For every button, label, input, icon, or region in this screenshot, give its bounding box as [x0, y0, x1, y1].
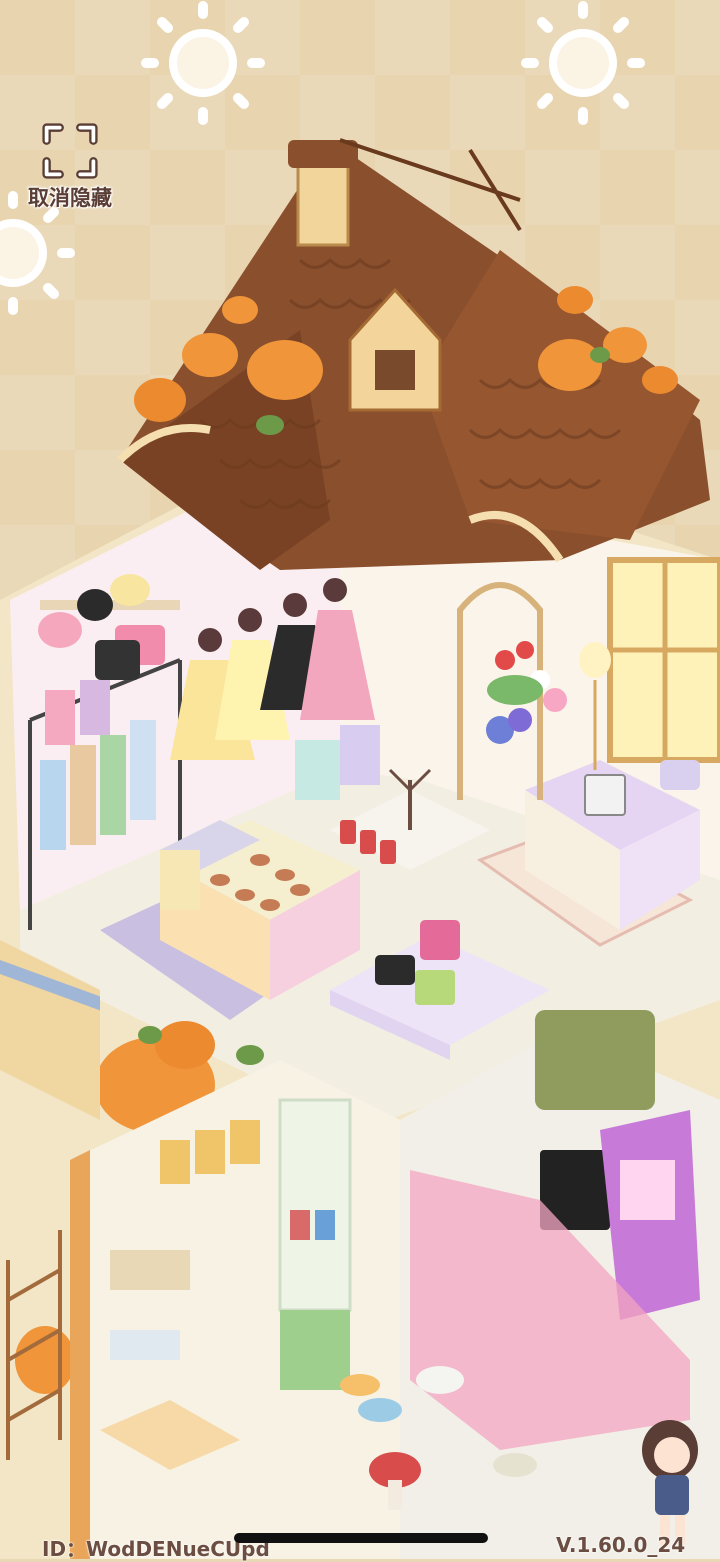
unhide-button[interactable]: 取消隐藏: [18, 122, 122, 212]
dollhouse-scene[interactable]: [0, 0, 720, 1559]
unhide-label: 取消隐藏: [28, 186, 112, 210]
expand-icon: [42, 123, 98, 179]
home-indicator[interactable]: [234, 1533, 488, 1543]
version-label: V.1.60.0_24: [556, 1533, 686, 1557]
